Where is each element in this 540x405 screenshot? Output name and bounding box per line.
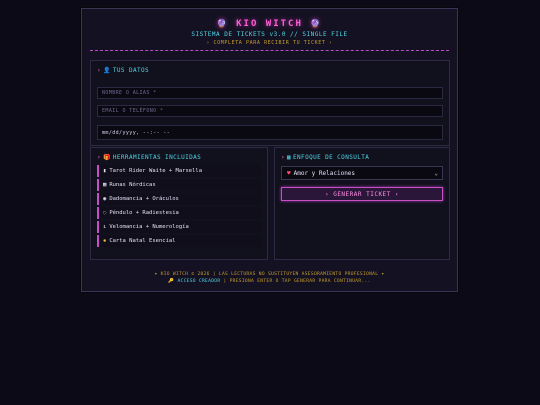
chevron-down-icon: ⌄ (434, 170, 438, 177)
date-time-input[interactable]: mm/dd/yyyy, --:-- -- (97, 125, 443, 140)
herramientas-panel: › 🎁 HERRAMIENTAS INCLUIDAS ▮ Tarot Rider Wa… (90, 147, 268, 260)
footer-disclaimer: ✦ KIO WITCH © 2026 | LAS LECTURAS NO SUS… (82, 272, 457, 277)
footer-access: 🔑 ACCESO CREADOR | PRESIONA ENTER O TAP … (82, 279, 457, 284)
enfoque-select[interactable]: ♥ Amor y Relaciones ⌄ (281, 166, 443, 180)
app-subtitle: SISTEMA DE TICKETS v3.0 // SINGLE FILE (191, 31, 348, 38)
tool-label: Velomancia + Numerología (109, 224, 189, 230)
tool-label: Carta Natal Esencial (109, 238, 176, 244)
datos-heading-row: › 👤 TUS DATOS (97, 67, 149, 74)
tool-item: ▮ Tarot Rider Waite + Marsella (97, 165, 261, 177)
tool-label: Tarot Rider Waite + Marsella (109, 168, 203, 174)
footer-text: KIO WITCH © 2026 | LAS LECTURAS NO SUSTI… (160, 272, 379, 277)
crystal-ball-icon: 🔮 (216, 19, 229, 28)
bullet-icon: › (97, 67, 102, 74)
bullet-icon: › (281, 154, 286, 161)
dice-icon: ◉ (103, 196, 107, 202)
star-icon: ✹ (103, 238, 107, 244)
contacto-input[interactable]: EMAIL O TELÉFONO * (97, 105, 443, 117)
pendulum-icon: ◌ (103, 210, 107, 216)
gift-icon: 🎁 (103, 154, 111, 161)
generar-ticket-button[interactable]: › GENERAR TICKET ‹ (281, 187, 443, 201)
consulta-panel: › ▦ ENFOQUE DE CONSULTA ♥ Amor y Relaciones… (274, 147, 450, 260)
crystal-ball-icon: 🔮 (310, 19, 323, 28)
calendar-icon: ▦ (287, 154, 292, 161)
tarot-card-icon: ▮ (103, 168, 107, 174)
header-divider (90, 50, 449, 51)
datos-panel: › 👤 TUS DATOS NOMBRE O ALIAS * EMAIL O TEL… (90, 60, 450, 146)
acceso-creador-link[interactable]: ACCESO CREADOR (177, 279, 220, 284)
tool-label: Dadomancia + Oráculos (109, 196, 179, 202)
heart-icon: ♥ (287, 170, 291, 177)
sparkle-icon: ✦ (154, 272, 158, 277)
app-window: 🔮 KIO WITCH 🔮 SISTEMA DE TICKETS v3.0 //… (81, 8, 458, 292)
tool-item: ✹ Carta Natal Esencial (97, 235, 261, 247)
tool-label: Péndulo + Radiestesia (109, 210, 179, 216)
user-icon: 👤 (103, 67, 111, 74)
tool-item: ▦ Runas Nórdicas (97, 179, 261, 191)
tool-item: ı Velomancia + Numerología (97, 221, 261, 233)
footer-instruction: | PRESIONA ENTER O TAP GENERAR PARA CONT… (223, 279, 371, 284)
bullet-icon: › (97, 154, 102, 161)
consulta-heading-row: › ▦ ENFOQUE DE CONSULTA (281, 154, 369, 161)
tool-item: ◉ Dadomancia + Oráculos (97, 193, 261, 205)
candle-icon: ı (103, 224, 107, 230)
rune-icon: ▦ (103, 182, 107, 188)
app-title-row: 🔮 KIO WITCH 🔮 (82, 19, 457, 29)
nombre-input[interactable]: NOMBRE O ALIAS * (97, 87, 443, 99)
sparkle-icon: ✦ (381, 272, 385, 277)
herramientas-heading-row: › 🎁 HERRAMIENTAS INCLUIDAS (97, 154, 201, 161)
enfoque-selected-value: Amor y Relaciones (293, 170, 356, 177)
tool-item: ◌ Péndulo + Radiestesia (97, 207, 261, 219)
key-icon: 🔑 (168, 279, 175, 284)
app-title: KIO WITCH (236, 19, 303, 29)
datos-heading: TUS DATOS (112, 67, 150, 74)
form-hint: › COMPLETA PARA RECIBIR TU TICKET ‹ (206, 40, 333, 46)
herramientas-heading: HERRAMIENTAS INCLUIDAS (112, 154, 202, 161)
consulta-heading: ENFOQUE DE CONSULTA (293, 154, 370, 161)
tool-label: Runas Nórdicas (109, 182, 156, 188)
